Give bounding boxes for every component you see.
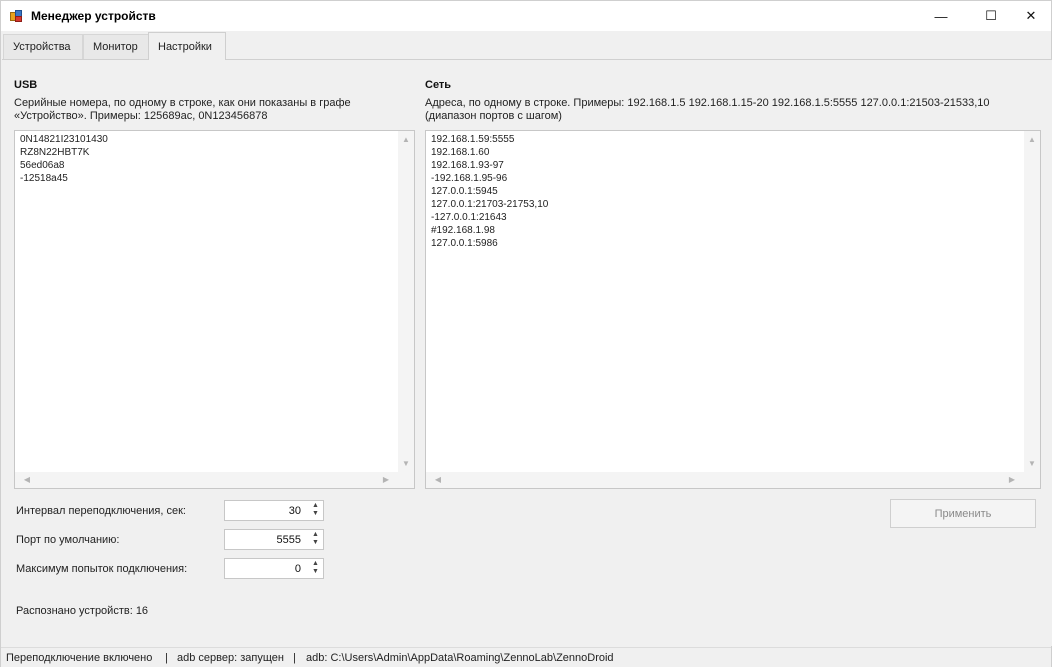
close-button[interactable]: ✕ xyxy=(1008,1,1052,31)
scrollbar-corner xyxy=(398,472,414,488)
default-port-stepper[interactable]: 5555 ▲ ▼ xyxy=(224,529,324,550)
scroll-left-icon[interactable]: ◀ xyxy=(19,475,35,484)
max-attempts-stepper[interactable]: 0 ▲ ▼ xyxy=(224,558,324,579)
network-line: -127.0.0.1:21643 xyxy=(431,212,507,223)
scroll-right-icon[interactable]: ▶ xyxy=(1004,475,1020,484)
default-port-label: Порт по умолчанию: xyxy=(16,534,120,546)
network-line: #192.168.1.98 xyxy=(431,225,495,236)
usb-line: 56ed06a8 xyxy=(20,160,65,171)
reconnect-interval-label: Интервал переподключения, сек: xyxy=(16,505,186,517)
scroll-down-icon[interactable]: ▼ xyxy=(398,459,414,468)
spin-down-icon[interactable]: ▼ xyxy=(309,568,322,576)
network-description-line1: Адреса, по одному в строке. Примеры: 192… xyxy=(425,97,990,109)
apply-button[interactable]: Применить xyxy=(890,499,1036,528)
reconnect-interval-value[interactable]: 30 xyxy=(289,505,301,517)
spin-up-icon[interactable]: ▲ xyxy=(309,531,322,539)
minimize-button[interactable]: — xyxy=(918,1,964,31)
usb-line: 0N14821I23101430 xyxy=(20,134,108,145)
title-bar[interactable]: Менеджер устройств — ☐ ✕ xyxy=(1,1,1051,31)
network-line: 127.0.0.1:5945 xyxy=(431,186,498,197)
scroll-up-icon[interactable]: ▲ xyxy=(1024,135,1040,144)
network-addresses-textarea[interactable]: 192.168.1.59:5555 192.168.1.60 192.168.1.9… xyxy=(425,130,1041,489)
main-window: Менеджер устройств — ☐ ✕ Устройства Мони… xyxy=(0,0,1052,667)
tab-monitor[interactable]: Монитор xyxy=(83,34,149,59)
scrollbar-corner xyxy=(1024,472,1040,488)
usb-section-title: USB xyxy=(14,79,38,91)
spin-down-icon[interactable]: ▼ xyxy=(309,510,322,518)
network-line: 192.168.1.60 xyxy=(431,147,490,158)
tab-settings[interactable]: Настройки xyxy=(148,32,226,60)
network-line: 192.168.1.93-97 xyxy=(431,160,504,171)
max-attempts-value[interactable]: 0 xyxy=(295,563,301,575)
spin-down-icon[interactable]: ▼ xyxy=(309,539,322,547)
network-line: -192.168.1.95-96 xyxy=(431,173,508,184)
usb-serials-content: 0N14821I23101430 RZ8N22HBT7K 56ed06a8 -1251… xyxy=(20,133,108,185)
app-icon xyxy=(10,10,23,23)
network-vertical-scrollbar[interactable]: ▲ ▼ xyxy=(1024,131,1040,472)
reconnect-interval-stepper[interactable]: 30 ▲ ▼ xyxy=(224,500,324,521)
network-line: 127.0.0.1:21703-21753,10 xyxy=(431,199,549,210)
network-addresses-content: 192.168.1.59:5555 192.168.1.60 192.168.1.9… xyxy=(431,133,548,250)
network-line: 127.0.0.1:5986 xyxy=(431,238,498,249)
status-bar: Переподключение включено | adb сервер: з… xyxy=(1,647,1051,667)
network-line: 192.168.1.59:5555 xyxy=(431,134,515,145)
usb-vertical-scrollbar[interactable]: ▲ ▼ xyxy=(398,131,414,472)
status-adb-server: adb сервер: запущен xyxy=(177,652,284,664)
usb-horizontal-scrollbar[interactable]: ◀ ▶ xyxy=(15,472,398,488)
usb-description-line1: Серийные номера, по одному в строке, как… xyxy=(14,97,351,109)
default-port-value[interactable]: 5555 xyxy=(277,534,301,546)
status-separator: | xyxy=(293,652,296,664)
spin-buttons[interactable]: ▲ ▼ xyxy=(309,502,322,519)
recognized-devices-count: Распознано устройств: 16 xyxy=(16,605,149,617)
spin-buttons[interactable]: ▲ ▼ xyxy=(309,531,322,548)
scroll-right-icon[interactable]: ▶ xyxy=(378,475,394,484)
usb-description-line2: «Устройство». Примеры: 125689ac, 0N12345… xyxy=(14,110,268,122)
network-horizontal-scrollbar[interactable]: ◀ ▶ xyxy=(426,472,1024,488)
status-reconnect: Переподключение включено xyxy=(6,652,153,664)
status-separator: | xyxy=(165,652,168,664)
tab-strip: Устройства Монитор Настройки xyxy=(1,32,1051,60)
usb-line: -12518a45 xyxy=(20,173,68,184)
usb-serials-textarea[interactable]: 0N14821I23101430 RZ8N22HBT7K 56ed06a8 -1251… xyxy=(14,130,415,489)
scroll-up-icon[interactable]: ▲ xyxy=(398,135,414,144)
spin-buttons[interactable]: ▲ ▼ xyxy=(309,560,322,577)
usb-line: RZ8N22HBT7K xyxy=(20,147,90,158)
settings-panel: USB Серийные номера, по одному в строке,… xyxy=(2,59,1052,646)
network-section-title: Сеть xyxy=(425,79,452,91)
scroll-left-icon[interactable]: ◀ xyxy=(430,475,446,484)
status-adb-path: adb: C:\Users\Admin\AppData\Roaming\Zenn… xyxy=(306,652,614,664)
scroll-down-icon[interactable]: ▼ xyxy=(1024,459,1040,468)
network-description-line2: (диапазон портов с шагом) xyxy=(425,110,562,122)
tab-devices[interactable]: Устройства xyxy=(3,34,83,59)
max-attempts-label: Максимум попыток подключения: xyxy=(16,563,188,575)
spin-up-icon[interactable]: ▲ xyxy=(309,502,322,510)
window-title: Менеджер устройств xyxy=(31,9,156,23)
spin-up-icon[interactable]: ▲ xyxy=(309,560,322,568)
